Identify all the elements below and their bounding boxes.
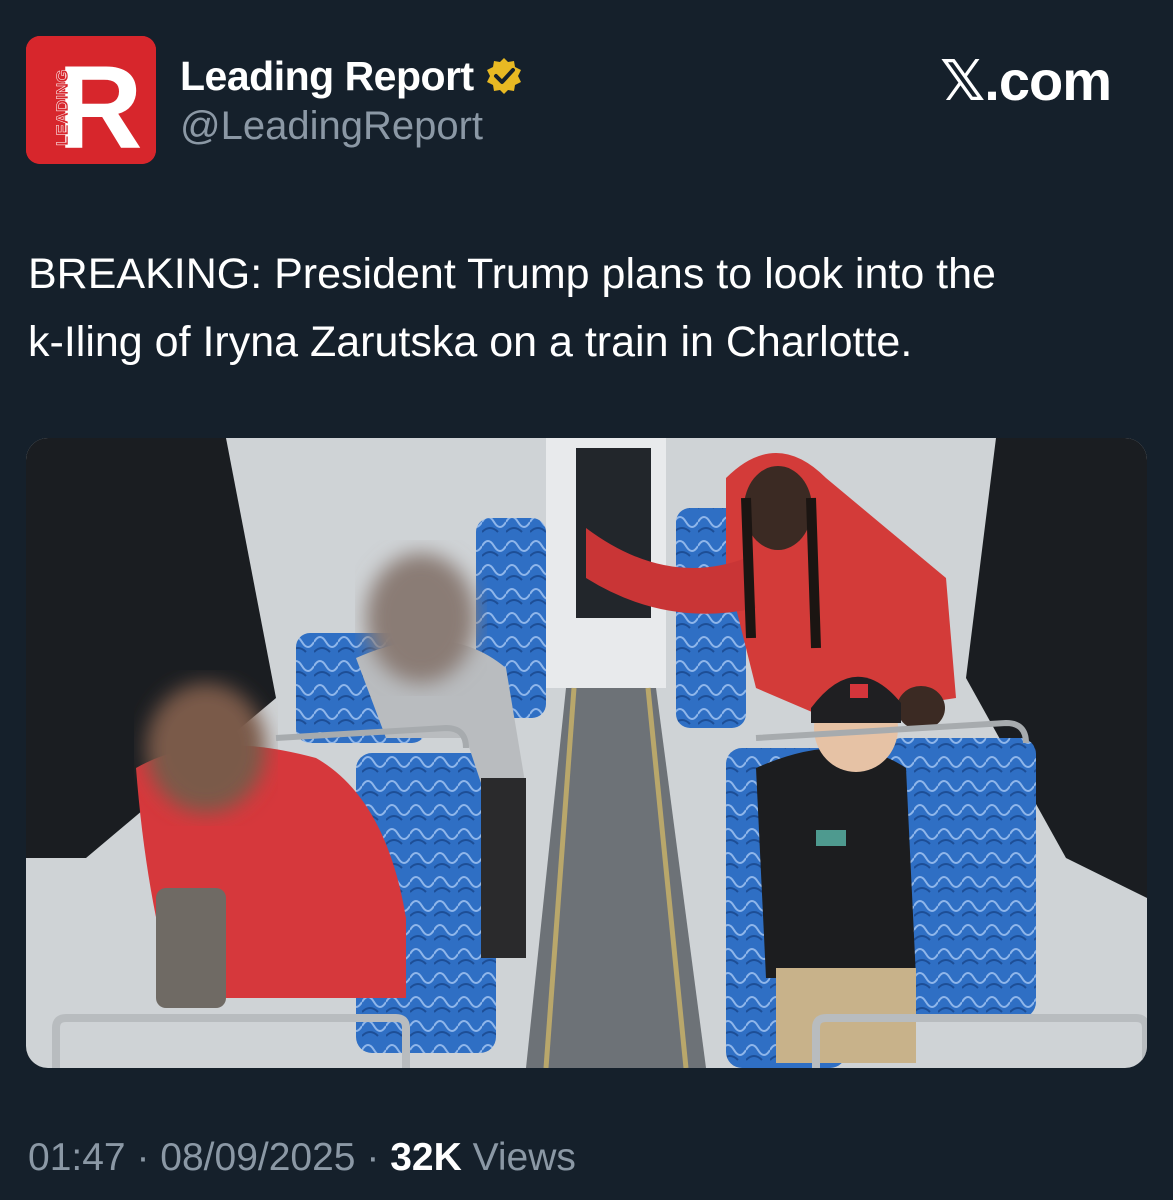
author-handle[interactable]: @LeadingReport [180,104,483,149]
tweet-date[interactable]: 08/09/2025 [160,1136,355,1179]
tweet-text-line: BREAKING: President Trump plans to look … [28,250,996,298]
meta-separator: · [366,1136,380,1179]
tweet-media-photo[interactable] [26,438,1147,1068]
x-brand-label: 𝕏.com [940,49,1112,112]
photo-icon [26,438,1147,1068]
leading-report-logo-icon: R LEADING [26,36,156,164]
verified-badge-icon [486,58,521,94]
tweet-meta: 01:47 · 08/09/2025 · 32K Views [28,1136,576,1180]
views-label: Views [472,1136,576,1179]
tweet-text-line: k-Iling of Iryna Zarutska on a train in … [28,318,913,366]
views-count: 32K [390,1136,462,1179]
avatar[interactable]: R LEADING [26,36,156,164]
author-name-row: Leading Report [180,48,524,104]
author-display-name[interactable]: Leading Report [180,53,474,100]
avatar-small-text: LEADING [53,70,72,147]
tweet-text: BREAKING: President Trump plans to look … [28,240,1148,376]
meta-separator: · [136,1136,150,1179]
tweet-time[interactable]: 01:47 [28,1136,126,1179]
